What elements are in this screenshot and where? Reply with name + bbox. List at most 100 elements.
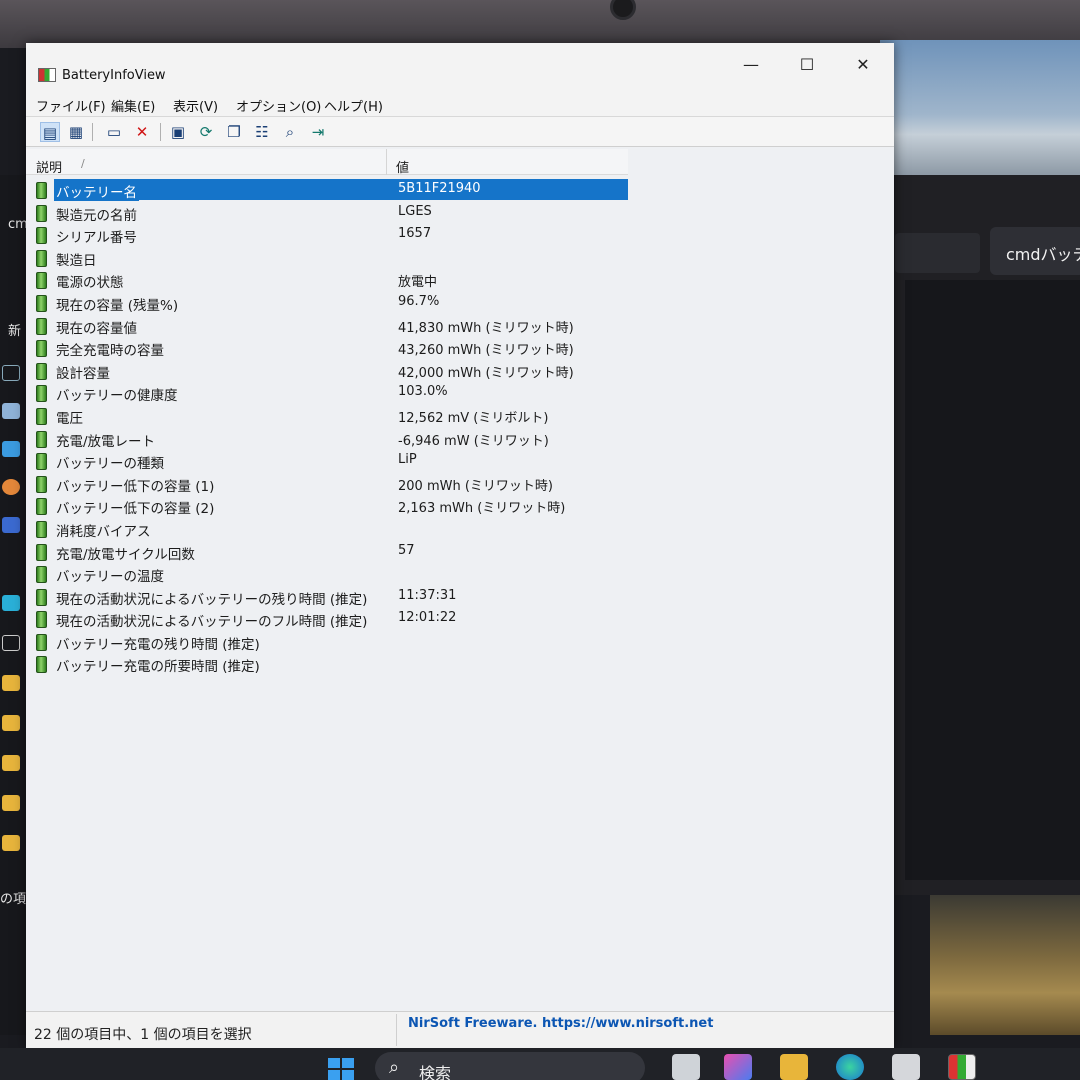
list-row[interactable]: バッテリー低下の容量 (2) 2,163 mWh (ミリワット時) <box>26 495 628 518</box>
row-label: 現在の容量 (残量%) <box>56 297 179 314</box>
background-tab-button[interactable]: cmdバッテ <box>990 227 1080 275</box>
list-row[interactable]: 設計容量 42,000 mWh (ミリワット時) <box>26 360 628 383</box>
row-value: 41,830 mWh (ミリワット時) <box>398 320 574 336</box>
menu-options[interactable]: オプション(O) <box>236 96 321 115</box>
list-row[interactable]: 電圧 12,562 mV (ミリボルト) <box>26 405 628 428</box>
list-row[interactable]: バッテリー充電の所要時間 (推定) <box>26 653 628 676</box>
column-divider[interactable] <box>386 149 387 175</box>
file-explorer-icon[interactable] <box>780 1054 808 1080</box>
menu-edit[interactable]: 編集(E) <box>111 96 155 115</box>
photos-icon[interactable] <box>2 441 20 457</box>
list-row[interactable]: 製造日 <box>26 247 628 270</box>
properties-icon[interactable]: ☷ <box>252 122 272 142</box>
battery-icon <box>36 317 47 335</box>
row-value: LGES <box>398 203 432 219</box>
menu-file[interactable]: ファイル(F) <box>36 96 106 115</box>
battery-icon <box>36 227 47 245</box>
background-content-pane <box>905 280 1080 880</box>
nirsoft-link[interactable]: NirSoft Freeware. https://www.nirsoft.ne… <box>408 1016 713 1031</box>
row-label: 充電/放電レート <box>56 433 156 450</box>
battery-icon <box>36 385 47 403</box>
row-label: 充電/放電サイクル回数 <box>56 546 195 563</box>
list-row[interactable]: バッテリー充電の残り時間 (推定) <box>26 631 628 654</box>
battery-icon <box>36 272 47 290</box>
delete-icon[interactable]: ✕ <box>132 122 152 142</box>
save-icon[interactable]: ▣ <box>168 122 188 142</box>
background-input-box <box>895 233 980 273</box>
music-icon[interactable] <box>2 479 20 495</box>
title-bar[interactable]: BatteryInfoView — ☐ ✕ <box>26 43 894 91</box>
list-row[interactable]: 現在の容量値 41,830 mWh (ミリワット時) <box>26 315 628 338</box>
list-row[interactable]: 現在の活動状況によるバッテリーのフル時間 (推定) 12:01:22 <box>26 608 628 631</box>
column-header: 説明 ∕ 値 <box>26 149 628 176</box>
drive-icon[interactable] <box>2 635 20 651</box>
exit-icon[interactable]: ⇥ <box>308 122 328 142</box>
list-row[interactable]: バッテリーの種類 LiP <box>26 450 628 473</box>
list-row[interactable]: バッテリー低下の容量 (1) 200 mWh (ミリワット時) <box>26 473 628 496</box>
list-row[interactable]: 現在の活動状況によるバッテリーの残り時間 (推定) 11:37:31 <box>26 586 628 609</box>
battery-icon <box>36 498 47 516</box>
list-row[interactable]: シリアル番号 1657 <box>26 224 628 247</box>
folder-icon[interactable] <box>2 835 20 851</box>
battery-info-list[interactable]: 説明 ∕ 値 バッテリー名 5B11F21940 製造元の名前 LGES シリアル番号 1… <box>26 149 894 1011</box>
copilot-icon[interactable] <box>724 1054 752 1080</box>
folder-icon[interactable] <box>2 795 20 811</box>
list-row[interactable]: 充電/放電サイクル回数 57 <box>26 541 628 564</box>
column-header-description[interactable]: 説明 <box>36 157 62 176</box>
store-icon[interactable] <box>892 1054 920 1080</box>
refresh-icon[interactable]: ⟳ <box>196 122 216 142</box>
list-row[interactable]: バッテリー名 5B11F21940 <box>26 179 628 202</box>
folder-icon[interactable] <box>2 675 20 691</box>
taskbar-search[interactable]: ⌕ 検索 <box>375 1052 645 1080</box>
status-bar: 22 個の項目中、1 個の項目を選択 NirSoft Freeware. htt… <box>26 1011 894 1048</box>
left-panel-label-1: cm <box>8 217 28 232</box>
menu-view[interactable]: 表示(V) <box>173 96 218 115</box>
window-view-icon[interactable]: ▭ <box>104 122 124 142</box>
battery-icon <box>36 656 47 674</box>
windows-start-icon[interactable] <box>328 1058 354 1080</box>
list-row[interactable]: 現在の容量 (残量%) 96.7% <box>26 292 628 315</box>
background-app-window: cmdバッテ <box>895 175 1080 895</box>
copy-icon[interactable]: ❐ <box>224 122 244 142</box>
monitor-icon[interactable] <box>2 595 20 611</box>
download-icon[interactable] <box>2 365 20 381</box>
battery-icon <box>36 543 47 561</box>
battery-icon <box>36 430 47 448</box>
batteryinfoview-taskbar-icon[interactable] <box>948 1054 976 1080</box>
row-label: バッテリー低下の容量 (2) <box>56 501 215 518</box>
column-header-value[interactable]: 値 <box>396 157 409 176</box>
row-value: 1657 <box>398 226 432 242</box>
battery-icon <box>36 249 47 267</box>
list-row[interactable]: 消耗度バイアス <box>26 518 628 541</box>
row-value: 200 mWh (ミリワット時) <box>398 478 553 494</box>
battery-icon <box>36 294 47 312</box>
view-properties-icon[interactable]: ▦ <box>66 122 86 142</box>
folder-icon[interactable] <box>2 715 20 731</box>
list-row[interactable]: バッテリーの温度 <box>26 563 628 586</box>
list-row[interactable]: バッテリーの健康度 103.0% <box>26 382 628 405</box>
taskbar: ⌕ 検索 <box>0 1048 1080 1080</box>
view-list-icon[interactable]: ▤ <box>40 122 60 142</box>
battery-icon <box>36 520 47 538</box>
task-view-icon[interactable] <box>672 1054 700 1080</box>
list-row[interactable]: 電源の状態 放電中 <box>26 269 628 292</box>
menu-bar: ファイル(F) 編集(E) 表示(V) オプション(O) ヘルプ(H) <box>26 91 894 117</box>
find-icon[interactable]: ⌕ <box>280 122 300 142</box>
row-label: 現在の容量値 <box>56 320 137 337</box>
row-label: シリアル番号 <box>56 230 137 247</box>
minimize-button[interactable]: — <box>736 55 766 74</box>
list-row[interactable]: 製造元の名前 LGES <box>26 202 628 225</box>
list-row[interactable]: 充電/放電レート -6,946 mW (ミリワット) <box>26 428 628 451</box>
list-row[interactable]: 完全充電時の容量 43,260 mWh (ミリワット時) <box>26 337 628 360</box>
video-icon[interactable] <box>2 517 20 533</box>
menu-help[interactable]: ヘルプ(H) <box>324 96 383 115</box>
row-label: 現在の活動状況によるバッテリーの残り時間 (推定) <box>56 591 368 608</box>
document-icon[interactable] <box>2 403 20 419</box>
rows-container: バッテリー名 5B11F21940 製造元の名前 LGES シリアル番号 1657 製造日電… <box>26 179 646 676</box>
maximize-button[interactable]: ☐ <box>792 55 822 74</box>
row-label: 電源の状態 <box>56 275 124 292</box>
close-button[interactable]: ✕ <box>848 55 878 74</box>
folder-icon[interactable] <box>2 755 20 771</box>
row-label: 消耗度バイアス <box>56 523 151 540</box>
edge-browser-icon[interactable] <box>836 1054 864 1080</box>
